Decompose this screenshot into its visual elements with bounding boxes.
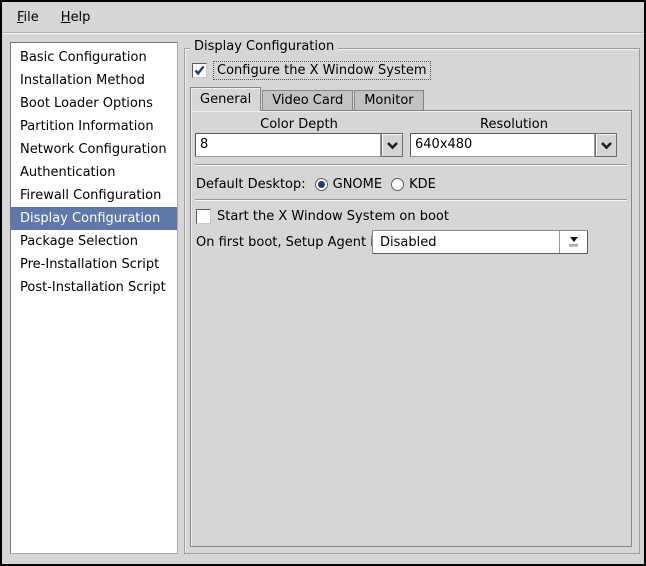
sidebar-item-partition-information[interactable]: Partition Information <box>11 115 177 138</box>
chevron-down-icon <box>386 141 398 149</box>
sidebar-item-authentication[interactable]: Authentication <box>11 161 177 184</box>
setup-agent-row: On first boot, Setup Agent is: Disabled <box>196 230 626 254</box>
frame-title: Display Configuration <box>190 39 339 54</box>
radio-gnome[interactable]: GNOME <box>314 175 383 194</box>
option-menu-bar-icon <box>569 244 578 247</box>
default-desktop-row: Default Desktop: GNOME KDE <box>196 172 436 196</box>
menu-help[interactable]: Help <box>50 4 102 31</box>
configure-x-checkbox[interactable]: Configure the X Window System <box>192 61 431 80</box>
sidebar-item-installation-method[interactable]: Installation Method <box>11 69 177 92</box>
menu-file[interactable]: File <box>6 4 50 31</box>
radio-kde[interactable]: KDE <box>391 175 436 194</box>
chevron-down-icon <box>600 141 612 149</box>
setup-agent-label: On first boot, Setup Agent is: <box>196 235 386 250</box>
color-depth-label: Color Depth <box>260 117 338 132</box>
sidebar-item-boot-loader-options[interactable]: Boot Loader Options <box>11 92 177 115</box>
color-depth-input[interactable]: 8 <box>195 133 381 157</box>
checkbox-checked-icon[interactable] <box>192 63 207 78</box>
color-depth-combo: 8 <box>195 133 403 157</box>
resolution-input[interactable]: 640x480 <box>410 133 595 157</box>
radio-selected-icon <box>314 177 328 191</box>
sidebar-item-network-configuration[interactable]: Network Configuration <box>11 138 177 161</box>
radio-unselected-icon <box>391 177 405 191</box>
checkmark-icon <box>194 65 205 76</box>
section-list: Basic Configuration Installation Method … <box>10 42 178 554</box>
separator <box>195 164 627 166</box>
sidebar-item-post-installation-script[interactable]: Post-Installation Script <box>11 276 177 299</box>
menu-help-rest: elp <box>70 9 91 25</box>
option-menu-indicator <box>559 231 587 253</box>
sidebar-item-firewall-configuration[interactable]: Firewall Configuration <box>11 184 177 207</box>
resolution-label: Resolution <box>480 117 548 132</box>
configure-x-label: Configure the X Window System <box>213 61 431 80</box>
start-x-checkbox[interactable]: Start the X Window System on boot <box>196 207 449 226</box>
sidebar-item-basic-configuration[interactable]: Basic Configuration <box>11 46 177 69</box>
general-tab-page: Color Depth Resolution 8 640x480 Default… <box>190 110 632 547</box>
tab-general[interactable]: General <box>190 87 262 111</box>
default-desktop-label: Default Desktop: <box>196 176 306 192</box>
menu-help-accel: H <box>60 9 71 25</box>
separator <box>195 199 627 201</box>
sidebar-item-display-configuration[interactable]: Display Configuration <box>11 207 177 230</box>
arrow-down-icon <box>569 237 578 242</box>
resolution-dropdown-button[interactable] <box>595 133 617 157</box>
sidebar-item-package-selection[interactable]: Package Selection <box>11 230 177 253</box>
tab-video-card[interactable]: Video Card <box>262 90 354 111</box>
display-tabs: General Video Card Monitor <box>190 87 425 111</box>
setup-agent-dropdown[interactable]: Disabled <box>372 230 588 254</box>
checkbox-unchecked-icon[interactable] <box>196 209 211 224</box>
menu-file-rest: ile <box>23 9 39 25</box>
setup-agent-value: Disabled <box>380 234 437 250</box>
tab-monitor[interactable]: Monitor <box>354 90 424 111</box>
menubar: File Help <box>2 2 644 33</box>
color-depth-dropdown-button[interactable] <box>381 133 403 157</box>
resolution-combo: 640x480 <box>410 133 617 157</box>
radio-kde-label: KDE <box>409 176 436 192</box>
sidebar-item-pre-installation-script[interactable]: Pre-Installation Script <box>11 253 177 276</box>
radio-gnome-label: GNOME <box>332 176 383 192</box>
start-x-label: Start the X Window System on boot <box>217 209 449 224</box>
app-window: File Help Basic Configuration Installati… <box>0 0 646 566</box>
